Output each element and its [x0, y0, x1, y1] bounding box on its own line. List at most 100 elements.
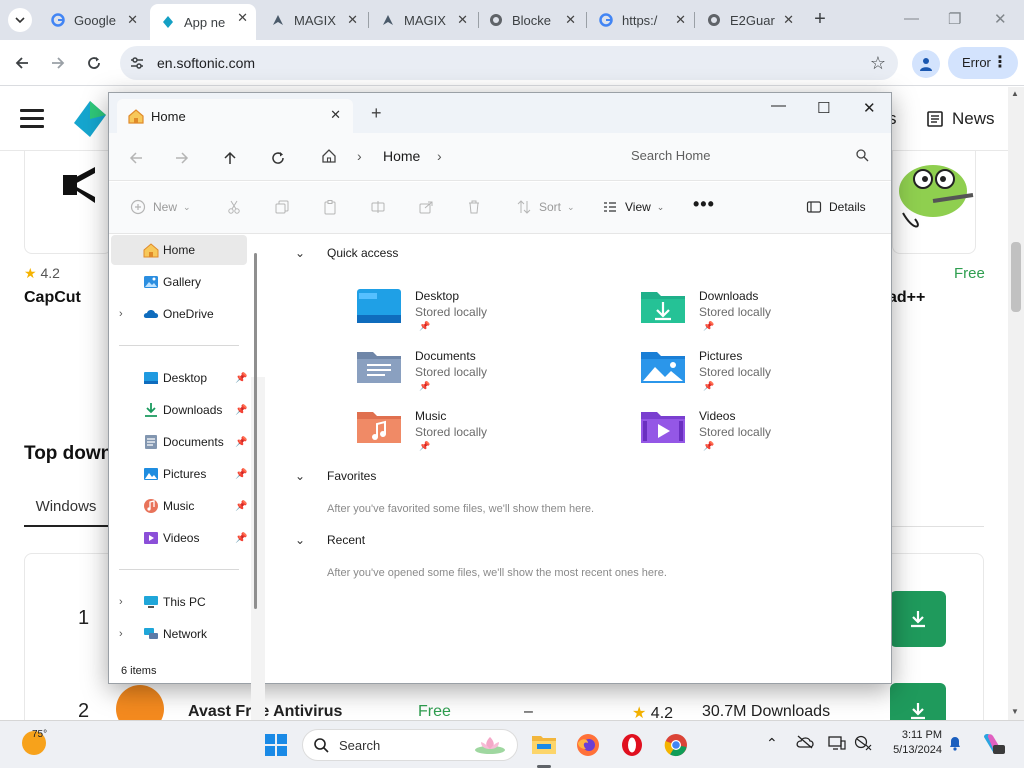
notification-bell-icon[interactable] [948, 735, 962, 754]
nav-item-pictures[interactable]: Pictures 📌 [111, 459, 247, 489]
bookmark-star-icon[interactable]: ☆ [870, 53, 886, 74]
close-icon[interactable]: ✕ [127, 12, 138, 28]
error-button[interactable]: Error ⋮ [948, 47, 1018, 79]
file-explorer-taskbar-icon[interactable] [530, 731, 558, 759]
browser-tab-6[interactable]: https:/ ✕ [588, 6, 694, 34]
chevron-down-icon[interactable]: ⌄ [295, 533, 305, 547]
share-button[interactable] [417, 198, 435, 216]
quick-access-item-videos[interactable]: Videos Stored locally 📌 [641, 409, 901, 465]
paste-button[interactable] [321, 198, 339, 216]
restore-icon[interactable]: ❐ [948, 10, 961, 28]
address-bar[interactable]: en.softonic.com ☆ [120, 46, 898, 80]
close-window-icon[interactable]: ✕ [994, 10, 1007, 28]
nav-item-music[interactable]: Music 📌 [111, 491, 247, 521]
chevron-down-icon[interactable]: ⌄ [295, 246, 305, 260]
url-text[interactable]: en.softonic.com [157, 55, 255, 71]
back-button[interactable] [125, 147, 147, 169]
pin-icon[interactable]: 📌 [235, 437, 247, 448]
app-card-capcut[interactable] [24, 151, 112, 254]
search-input[interactable]: Search Home [611, 139, 877, 173]
chevron-right-icon[interactable]: › [119, 628, 123, 640]
nav-scrollbar-thumb[interactable] [254, 253, 257, 609]
page-scrollbar[interactable]: ▲ ▼ [1008, 87, 1024, 720]
forward-button[interactable] [46, 51, 70, 75]
quick-access-item-documents[interactable]: Documents Stored locally 📌 [357, 349, 617, 405]
minimize-icon[interactable]: — [904, 10, 919, 27]
nav-item-this-pc[interactable]: › This PC [111, 587, 247, 617]
network-status-icon[interactable] [854, 735, 872, 754]
pin-icon[interactable]: 📌 [235, 469, 247, 480]
close-window-icon[interactable]: ✕ [863, 99, 876, 117]
home-outline-icon[interactable] [321, 148, 337, 164]
scroll-down-icon[interactable]: ▼ [1011, 707, 1019, 716]
chevron-down-icon[interactable]: ⌄ [295, 469, 305, 483]
back-button[interactable] [10, 51, 34, 75]
cut-button[interactable] [225, 198, 243, 216]
nav-news[interactable]: News [926, 109, 995, 129]
chevron-right-icon[interactable]: › [437, 148, 442, 164]
system-clock[interactable]: 3:11 PM 5/13/2024 [884, 729, 942, 756]
browser-tab-4[interactable]: MAGIX ✕ [370, 6, 476, 34]
browser-tab-1[interactable]: Google ✕ [40, 6, 146, 34]
browser-tab-5[interactable]: Blocke ✕ [478, 6, 584, 34]
app-name-capcut[interactable]: CapCut [24, 289, 81, 307]
close-icon[interactable]: ✕ [237, 10, 248, 26]
quick-access-item-desktop[interactable]: Desktop Stored locally 📌 [357, 289, 617, 345]
cloud-offline-icon[interactable] [796, 735, 814, 752]
forward-button[interactable] [171, 147, 193, 169]
refresh-button[interactable] [267, 147, 289, 169]
weather-temperature[interactable]: 75° [32, 729, 47, 740]
breadcrumb[interactable]: › Home › [313, 139, 605, 173]
close-icon[interactable]: ✕ [675, 12, 686, 28]
copilot-icon[interactable] [980, 731, 1006, 760]
view-button[interactable]: View ⌄ [601, 198, 664, 216]
close-icon[interactable]: ✕ [330, 107, 341, 123]
new-tab-button[interactable]: + [371, 103, 382, 124]
filter-tab-windows[interactable]: Windows [24, 495, 108, 527]
browser-tab-active[interactable]: App ne ✕ [150, 4, 256, 40]
scroll-up-icon[interactable]: ▲ [1011, 89, 1019, 98]
download-button[interactable] [890, 591, 946, 647]
rename-button[interactable] [369, 198, 387, 216]
app-name-avast[interactable]: Avast Free Antivirus [188, 703, 342, 720]
nav-item-videos[interactable]: Videos 📌 [111, 523, 247, 553]
sort-button[interactable]: Sort ⌄ [515, 198, 575, 216]
quick-access-item-music[interactable]: Music Stored locally 📌 [357, 409, 617, 465]
pin-icon[interactable]: 📌 [235, 533, 247, 544]
chevron-right-icon[interactable]: › [357, 148, 362, 164]
new-button[interactable]: New ⌄ [129, 198, 191, 216]
new-tab-button[interactable]: + [808, 8, 832, 32]
close-icon[interactable]: ✕ [457, 12, 468, 28]
close-icon[interactable]: ✕ [783, 12, 794, 28]
more-options-icon[interactable]: ••• [693, 194, 715, 215]
start-button[interactable] [262, 731, 290, 759]
explorer-tab-home[interactable]: Home ✕ [117, 99, 353, 133]
delete-button[interactable] [465, 198, 483, 216]
quick-access-item-downloads[interactable]: Downloads Stored locally 📌 [641, 289, 901, 345]
chevron-right-icon[interactable]: › [119, 308, 123, 320]
scrollbar-thumb[interactable] [1011, 242, 1021, 312]
profile-avatar[interactable] [912, 50, 940, 78]
pin-icon[interactable]: 📌 [235, 373, 247, 384]
pin-icon[interactable]: 📌 [235, 501, 247, 512]
tab-search-button[interactable] [8, 8, 32, 32]
close-icon[interactable]: ✕ [347, 12, 358, 28]
close-icon[interactable]: ✕ [565, 12, 576, 28]
nav-item-desktop[interactable]: Desktop 📌 [111, 363, 247, 393]
copy-button[interactable] [273, 198, 291, 216]
chevron-right-icon[interactable]: › [119, 596, 123, 608]
up-button[interactable] [219, 147, 241, 169]
nav-item-gallery[interactable]: Gallery [111, 267, 247, 297]
display-icon[interactable] [828, 735, 846, 754]
taskbar-search[interactable]: Search [302, 729, 518, 761]
nav-item-home[interactable]: Home [111, 235, 247, 265]
browser-tab-3[interactable]: MAGIX ✕ [260, 6, 366, 34]
site-info-icon[interactable] [129, 55, 145, 74]
minimize-icon[interactable]: — [771, 97, 786, 114]
softonic-logo[interactable] [74, 101, 106, 137]
download-button[interactable] [890, 683, 946, 720]
hamburger-menu-icon[interactable] [20, 109, 44, 133]
nav-item-downloads[interactable]: Downloads 📌 [111, 395, 247, 425]
chrome-taskbar-icon[interactable] [662, 731, 690, 759]
nav-item-documents[interactable]: Documents 📌 [111, 427, 247, 457]
